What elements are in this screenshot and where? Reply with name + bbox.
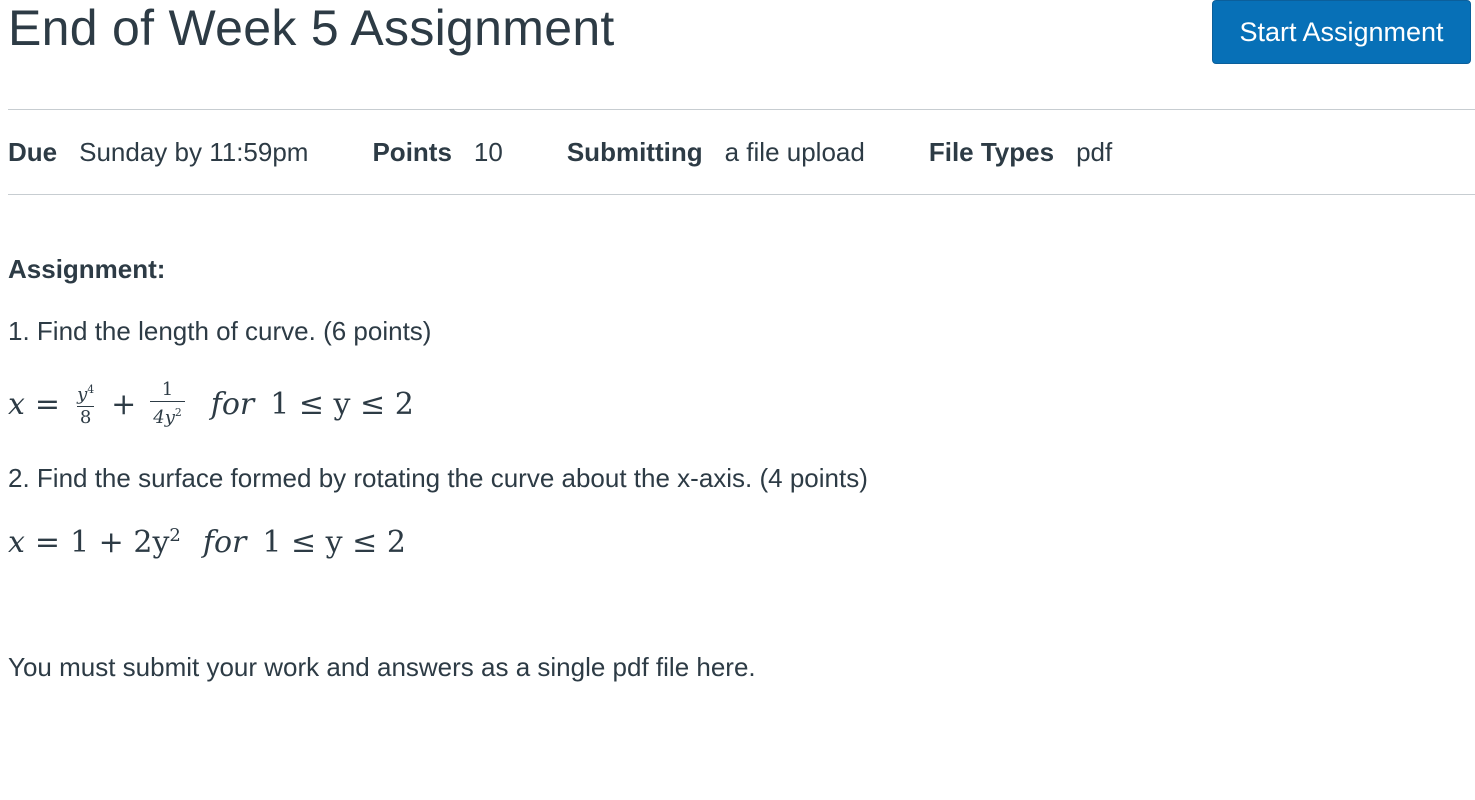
question-2: 2. Find the surface formed by rotating t… [8, 463, 868, 493]
equation-1-plus: + [111, 386, 137, 422]
points-label: Points [372, 136, 452, 167]
submitting-value: a file upload [724, 136, 865, 167]
start-assignment-button[interactable]: Start Assignment [1212, 0, 1471, 64]
due-label: Due [8, 136, 58, 167]
equation-2-condition: 1 ≤ y ≤ 2 [262, 524, 406, 560]
equation-2-equals: = [34, 524, 61, 560]
points-value: 10 [473, 136, 503, 167]
equation-1-fraction-2: 1 4y2 [150, 379, 185, 429]
assignment-details: Due Sunday by 11:59pm Points 10 Submitti… [8, 132, 1176, 172]
fraction-2-numerator: 1 [161, 379, 174, 400]
bottom-divider [8, 194, 1475, 195]
due-value: Sunday by 11:59pm [79, 136, 309, 167]
points-detail: Points 10 [372, 137, 502, 168]
submitting-detail: Submitting a file upload [567, 137, 865, 168]
assignment-heading: Assignment: [8, 254, 166, 284]
file-types-label: File Types [928, 136, 1055, 167]
equation-1-condition: 1 ≤ y ≤ 2 [270, 386, 414, 422]
file-types-value: pdf [1076, 136, 1113, 167]
question-1: 1. Find the length of curve. (6 points) [8, 316, 432, 346]
top-divider [8, 109, 1475, 110]
equation-2-lhs: x [8, 524, 25, 560]
equation-2-rhs: 1 + 2y2 [70, 524, 181, 560]
page-title: End of Week 5 Assignment [8, 0, 615, 56]
equation-1-for: for [210, 386, 255, 422]
equation-1-fraction-1: y4 8 [74, 379, 97, 429]
submission-instructions: You must submit your work and answers as… [8, 652, 756, 682]
fraction-1-numerator: y4 [77, 383, 95, 405]
submitting-label: Submitting [566, 136, 703, 167]
equation-1-equals: = [34, 386, 61, 422]
equation-1: x = y4 8 + 1 4y2 for 1 ≤ y ≤ 2 [8, 372, 414, 436]
due-detail: Due Sunday by 11:59pm [8, 137, 308, 168]
equation-2-for: for [202, 524, 247, 560]
equation-1-lhs: x [8, 386, 25, 422]
equation-2: x = 1 + 2y2 for 1 ≤ y ≤ 2 [8, 520, 406, 564]
file-types-detail: File Types pdf [929, 137, 1112, 168]
fraction-2-denominator: 4y2 [150, 401, 185, 429]
fraction-1-denominator: 8 [76, 406, 95, 429]
